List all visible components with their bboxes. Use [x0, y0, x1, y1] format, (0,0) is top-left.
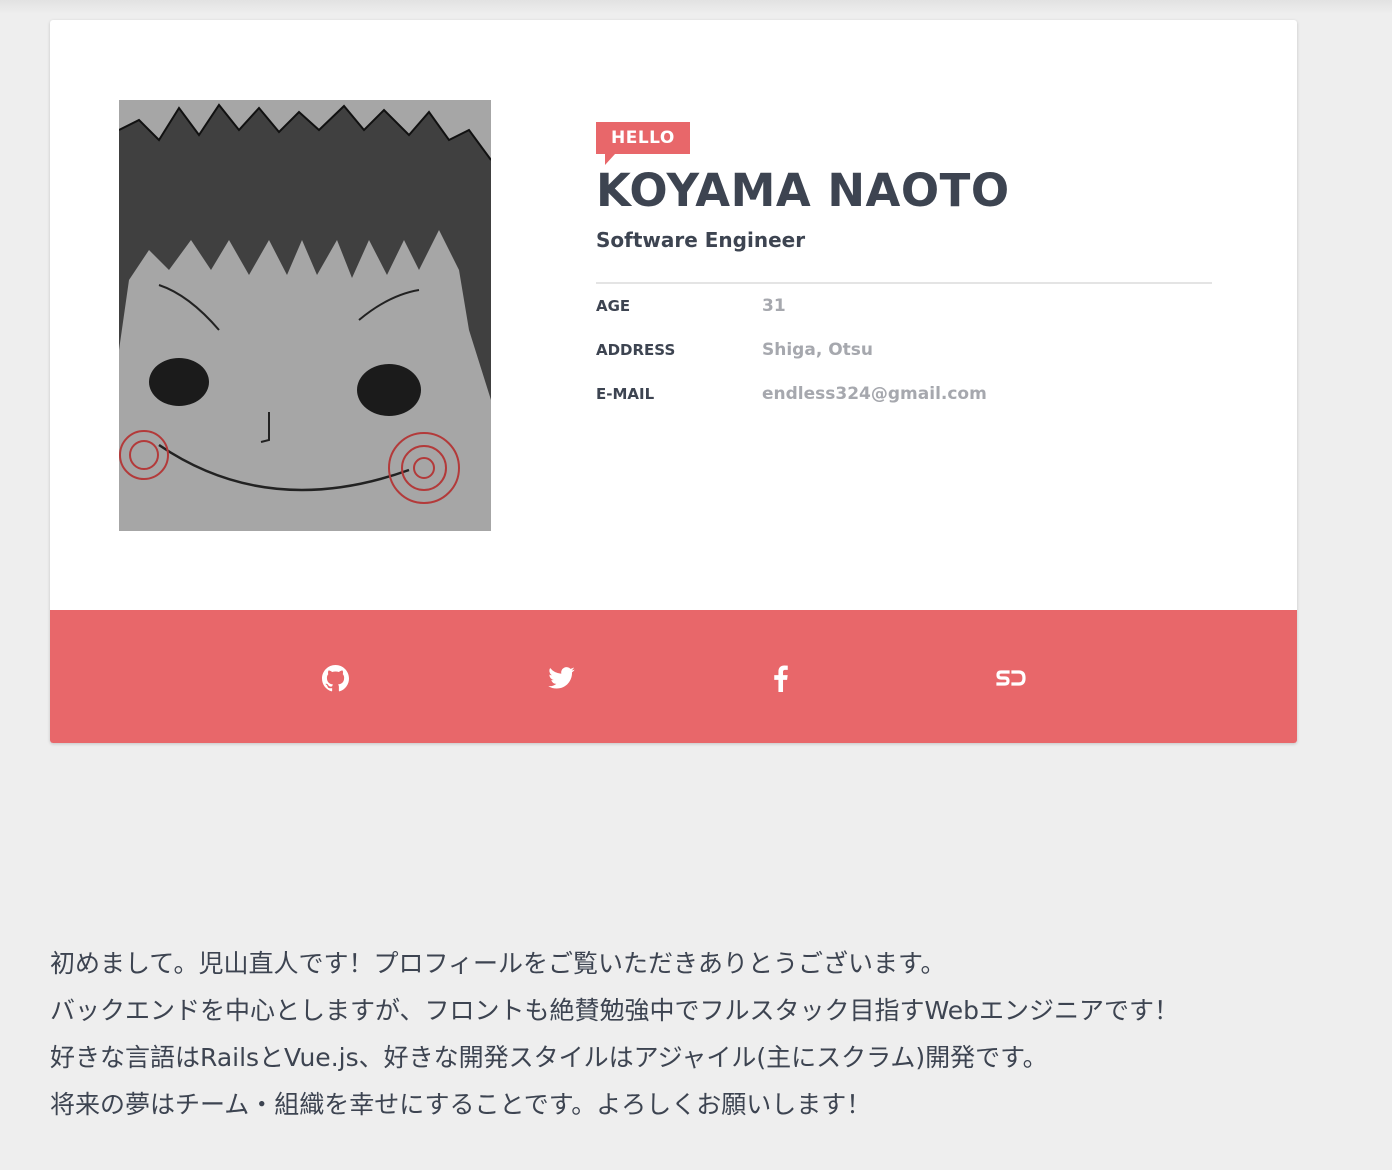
speakerdeck-link[interactable]	[995, 662, 1027, 694]
about-line: 将来の夢はチーム・組織を幸せにすることです。よろしくお願いします！	[50, 1090, 872, 1119]
profile-info: HELLO KOYAMA NAOTO Software Engineer AGE…	[596, 122, 1212, 416]
twitter-link[interactable]	[545, 662, 577, 694]
about-text: 初めまして。児山直人です！プロフィールをご覧いただきありとうございます。 バック…	[50, 940, 1350, 1128]
twitter-icon	[547, 667, 575, 689]
detail-value: Shiga, Otsu	[762, 340, 873, 360]
speakerdeck-icon	[996, 670, 1026, 686]
detail-label: E-MAIL	[596, 385, 655, 403]
detail-row-address: ADDRESS Shiga, Otsu	[596, 328, 1212, 372]
about-line: バックエンドを中心としますが、フロントも絶賛勉強中でフルスタック目指すWebエン…	[50, 996, 1180, 1025]
social-bar	[50, 610, 1297, 743]
about-line: 初めまして。児山直人です！プロフィールをご覧いただきありとうございます。	[50, 949, 946, 978]
profile-name: KOYAMA NAOTO	[596, 164, 1010, 217]
top-shadow	[0, 0, 1392, 14]
profile-card: HELLO KOYAMA NAOTO Software Engineer AGE…	[50, 20, 1297, 743]
job-title: Software Engineer	[596, 228, 806, 252]
detail-row-email: E-MAIL endless324@gmail.com	[596, 372, 1212, 416]
detail-row-age: AGE 31	[596, 284, 1212, 328]
about-line: 好きな言語はRailsとVue.js、好きな開発スタイルはアジャイル(主にスクラ…	[50, 1043, 1048, 1072]
detail-label: ADDRESS	[596, 341, 676, 359]
facebook-link[interactable]	[765, 662, 797, 694]
detail-label: AGE	[596, 297, 631, 315]
hello-badge: HELLO	[596, 122, 690, 165]
github-icon	[321, 664, 349, 691]
facebook-icon	[774, 664, 788, 692]
github-link[interactable]	[319, 662, 351, 694]
avatar	[119, 100, 491, 531]
detail-value: 31	[762, 296, 786, 316]
detail-value: endless324@gmail.com	[762, 384, 987, 404]
